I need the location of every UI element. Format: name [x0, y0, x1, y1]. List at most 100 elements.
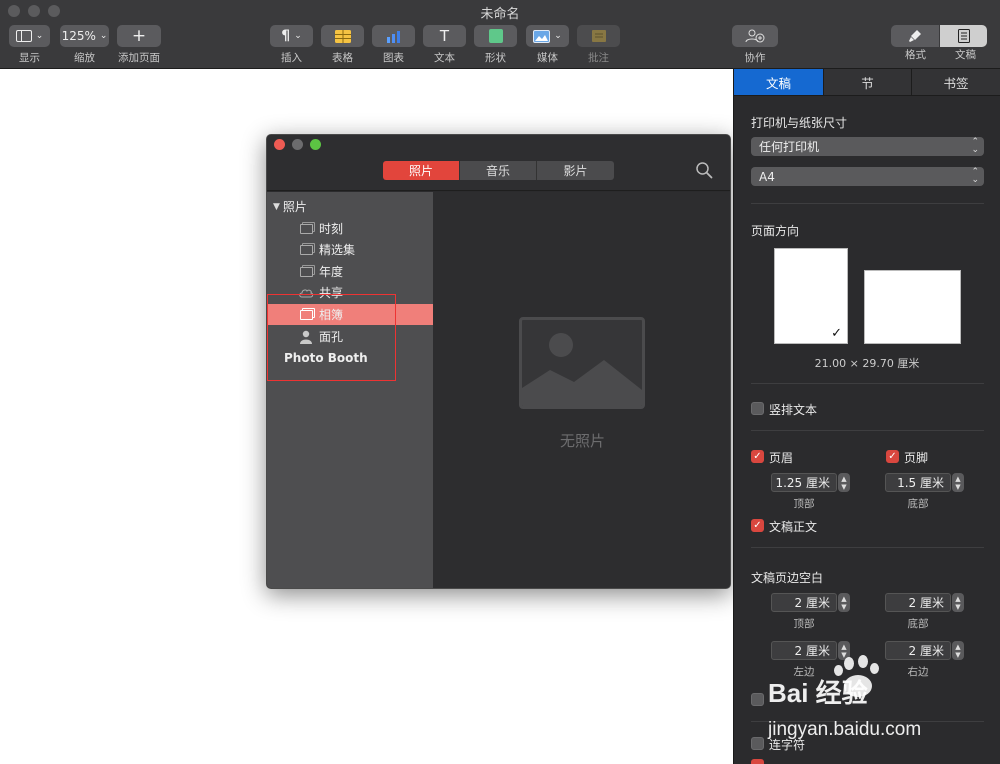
header-label: 页眉 — [769, 451, 794, 465]
sidebar-item-years[interactable]: 年度 — [267, 261, 433, 282]
paper-size-select[interactable]: A4 ⌃ ⌄ — [751, 167, 984, 186]
header-stepper[interactable]: ▲ ▼ — [838, 473, 850, 492]
facing-pages-checkbox[interactable] — [751, 693, 764, 706]
chart-button[interactable] — [372, 25, 415, 47]
text-button[interactable]: T — [423, 25, 466, 47]
printer-select[interactable]: 任何打印机 ⌃ ⌄ — [751, 137, 984, 156]
table-button[interactable] — [321, 25, 364, 47]
view-control[interactable]: ⌄ 显示 — [9, 25, 50, 65]
footer-checkbox[interactable]: ✓ — [886, 450, 899, 463]
checkmark-icon: ✓ — [753, 450, 762, 462]
landscape-orientation-option[interactable] — [864, 270, 961, 344]
margin-left-stepper[interactable]: ▲ ▼ — [838, 641, 850, 660]
plus-icon: + — [131, 25, 147, 46]
chart-control[interactable]: 图表 — [372, 25, 415, 65]
margin-bottom-stepper[interactable]: ▲ ▼ — [952, 593, 964, 612]
library-icon — [298, 223, 314, 235]
tab-movies[interactable]: 影片 — [537, 161, 614, 180]
insert-button[interactable]: ¶ ⌄ — [270, 25, 313, 47]
media-button[interactable]: ⌄ — [526, 25, 569, 47]
margin-top-label: 顶部 — [793, 618, 815, 630]
tab-section[interactable]: 节 — [824, 69, 912, 95]
collaborate-button[interactable] — [732, 25, 778, 47]
table-control[interactable]: 表格 — [321, 25, 364, 65]
portrait-orientation-option[interactable]: ✓ — [774, 248, 848, 344]
comment-button[interactable] — [577, 25, 620, 47]
zoom-control[interactable]: 125% ⌄ 缩放 — [60, 25, 109, 65]
header-sublabel: 顶部 — [793, 498, 815, 510]
sidebar-item-moments[interactable]: 时刻 — [267, 218, 433, 239]
footer-distance-field[interactable]: 1.5 厘米 — [885, 473, 951, 492]
text-control[interactable]: T 文本 — [423, 25, 466, 65]
tab-photos[interactable]: 照片 — [383, 161, 460, 180]
window-title: 未命名 — [480, 7, 520, 22]
media-control[interactable]: ⌄ 媒体 — [526, 25, 569, 65]
disclosure-triangle-icon: ▼ — [273, 201, 280, 212]
header-distance-field[interactable]: 1.25 厘米 — [771, 473, 837, 492]
zoom-button[interactable]: 125% ⌄ — [60, 25, 109, 47]
popup-close-button[interactable] — [274, 139, 285, 150]
zoom-value: 125% — [61, 29, 96, 43]
table-icon — [334, 29, 351, 43]
chevron-down-icon: ⌄ — [35, 31, 44, 41]
margin-left-field[interactable]: 2 厘米 — [771, 641, 837, 660]
library-icon — [298, 244, 314, 256]
comment-label: 批注 — [588, 52, 609, 64]
footer-sublabel: 底部 — [907, 498, 929, 510]
sidebar-section-photos[interactable]: ▼ 照片 — [267, 196, 433, 217]
collaborate-control[interactable]: 协作 — [732, 25, 778, 65]
margin-right-stepper[interactable]: ▲ ▼ — [952, 641, 964, 660]
divider — [751, 383, 984, 384]
checkmark-icon: ✓ — [831, 326, 842, 341]
footer-stepper[interactable]: ▲ ▼ — [952, 473, 964, 492]
vertical-text-checkbox[interactable] — [751, 402, 764, 415]
photo-icon — [533, 29, 551, 43]
tab-document[interactable]: 文稿 — [734, 69, 824, 95]
header-checkbox[interactable]: ✓ — [751, 450, 764, 463]
tab-music[interactable]: 音乐 — [460, 161, 537, 180]
bar-chart-icon — [386, 30, 400, 43]
document-body-label: 文稿正文 — [769, 520, 818, 534]
popup-minimize-button[interactable] — [292, 139, 303, 150]
square-shape-icon — [488, 29, 503, 43]
media-label: 媒体 — [537, 52, 558, 64]
search-icon[interactable] — [695, 161, 713, 179]
collaborate-label: 协作 — [744, 52, 766, 64]
no-photos-text: 无照片 — [559, 432, 605, 450]
margin-bottom-field[interactable]: 2 厘米 — [885, 593, 951, 612]
document-body-checkbox[interactable]: ✓ — [751, 519, 764, 532]
sidebar-item-collections[interactable]: 精选集 — [267, 239, 433, 260]
media-content-area: 无照片 — [433, 192, 730, 588]
page-dimensions: 21.00 × 29.70 厘米 — [814, 357, 920, 370]
ligatures-checkbox[interactable] — [751, 759, 764, 764]
view-label: 显示 — [19, 52, 40, 64]
view-button[interactable]: ⌄ — [9, 25, 50, 47]
paragraph-icon: ¶ — [281, 28, 291, 44]
document-label-wrap: 文稿 — [955, 47, 976, 62]
add-page-button[interactable]: + — [117, 25, 161, 47]
shape-button[interactable] — [474, 25, 517, 47]
paper-value: A4 — [759, 169, 775, 184]
zoom-label: 缩放 — [74, 52, 95, 64]
insert-label: 插入 — [281, 52, 302, 64]
media-browser-popup: 照片 音乐 影片 ▼ 照片 时刻 精选集 年度 共享 相簿 面孔 Photo B… — [266, 134, 731, 589]
popup-zoom-button[interactable] — [310, 139, 321, 150]
hyphenation-checkbox[interactable] — [751, 737, 764, 750]
sidebar-icon — [15, 30, 32, 42]
document-button[interactable] — [940, 25, 987, 47]
format-button[interactable] — [891, 25, 939, 47]
margin-top-stepper[interactable]: ▲ ▼ — [838, 593, 850, 612]
add-person-icon — [745, 29, 765, 43]
divider — [751, 547, 984, 548]
margin-right-field[interactable]: 2 厘米 — [885, 641, 951, 660]
comment-control[interactable]: 批注 — [577, 25, 620, 65]
margin-bottom-label: 底部 — [907, 618, 929, 630]
media-browser-header: 照片 音乐 影片 — [267, 135, 730, 191]
tab-bookmarks[interactable]: 书签 — [912, 69, 1000, 95]
insert-control[interactable]: ¶ ⌄ 插入 — [270, 25, 313, 65]
margin-top-field[interactable]: 2 厘米 — [771, 593, 837, 612]
shape-control[interactable]: 形状 — [474, 25, 517, 65]
empty-photo-placeholder-icon — [519, 317, 645, 409]
add-page-control[interactable]: + 添加页面 — [117, 25, 161, 65]
hyphenation-label: 连字符 — [769, 738, 806, 752]
